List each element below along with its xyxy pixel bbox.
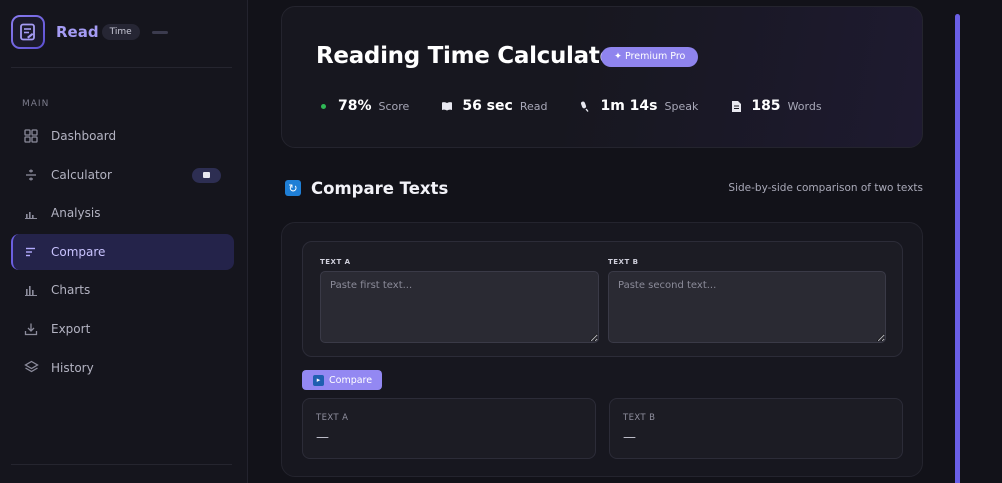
sidebar-item-analysis[interactable]: Analysis bbox=[11, 195, 234, 231]
sidebar-item-calculator[interactable]: Calculator bbox=[11, 157, 234, 193]
sidebar-item-dashboard[interactable]: Dashboard bbox=[11, 118, 234, 154]
sidebar-item-charts[interactable]: Charts bbox=[11, 272, 234, 308]
green-dot-icon bbox=[316, 103, 330, 109]
brand-name: Read bbox=[56, 23, 99, 41]
brand[interactable]: Read Time bbox=[11, 15, 168, 49]
premium-badge: ✦ Premium Pro bbox=[601, 47, 699, 67]
grid-icon bbox=[23, 128, 39, 144]
sidebar-item-export[interactable]: Export bbox=[11, 311, 234, 347]
microphone-icon bbox=[578, 100, 592, 112]
compare-inputs: TEXT A TEXT B bbox=[302, 241, 903, 357]
bar-chart-icon bbox=[23, 205, 39, 221]
result-b-label: TEXT B bbox=[623, 413, 656, 423]
sidebar-divider bbox=[11, 464, 232, 465]
compare-panel: TEXT A TEXT B ▸ Compare TEXT A — TEXT B … bbox=[281, 222, 923, 477]
brand-pill: Time bbox=[101, 24, 140, 40]
stat-label: Words bbox=[787, 100, 822, 113]
text-b-input[interactable] bbox=[608, 271, 886, 343]
stat-label: Read bbox=[519, 100, 548, 113]
sidebar-item-label: Calculator bbox=[51, 167, 112, 182]
sidebar-item-label: Dashboard bbox=[51, 129, 117, 143]
book-icon bbox=[440, 100, 454, 112]
section-title: Compare Texts bbox=[311, 178, 449, 198]
stat-label: Score bbox=[378, 100, 410, 113]
result-a-label: TEXT A bbox=[316, 413, 349, 423]
stat-value: 78% bbox=[338, 98, 372, 114]
chart-icon bbox=[23, 282, 39, 298]
sidebar-nav: Dashboard Calculator Analysis Compare Ch… bbox=[11, 118, 234, 388]
sidebar-item-label: Export bbox=[51, 321, 91, 336]
document-icon bbox=[729, 100, 743, 113]
stat-words: 185 Words bbox=[729, 98, 822, 114]
result-a-value: — bbox=[316, 430, 329, 445]
section-subtitle: Side-by-side comparison of two texts bbox=[728, 182, 923, 194]
stat-score: 78% Score bbox=[316, 98, 409, 114]
compare-icon: ▸ bbox=[313, 374, 324, 386]
compare-button[interactable]: ▸ Compare bbox=[302, 370, 383, 390]
result-card-a: TEXT A — bbox=[302, 398, 596, 459]
book-icon bbox=[192, 167, 221, 183]
page-title: Reading Time Calculator bbox=[316, 43, 627, 69]
result-b-value: — bbox=[623, 430, 636, 445]
calculator-icon bbox=[23, 167, 39, 183]
text-b-label: TEXT B bbox=[608, 258, 639, 266]
document-edit-icon bbox=[20, 23, 35, 41]
text-a-label: TEXT A bbox=[320, 258, 351, 266]
stat-value: 185 bbox=[751, 98, 781, 114]
stat-speak: 1m 14s Speak bbox=[578, 98, 698, 114]
stat-value: 56 sec bbox=[462, 98, 513, 114]
sidebar-item-label: Compare bbox=[51, 244, 106, 259]
text-a-input[interactable] bbox=[320, 271, 599, 343]
sidebar-item-compare[interactable]: Compare bbox=[11, 233, 234, 270]
stats-bar: 78% Score 56 sec Read 1m 14s Speak 185 W… bbox=[316, 96, 853, 116]
collapse-handle[interactable] bbox=[151, 30, 168, 34]
brand-logo bbox=[11, 15, 45, 49]
sidebar-item-label: Charts bbox=[51, 283, 91, 298]
sidebar-item-history[interactable]: History bbox=[11, 350, 234, 386]
lines-icon bbox=[23, 244, 39, 260]
refresh-icon: ↻ bbox=[285, 180, 301, 196]
sidebar-section-label: MAIN bbox=[22, 99, 50, 109]
sidebar: Read Time MAIN Dashboard Calculator Anal… bbox=[0, 0, 248, 483]
result-card-b: TEXT B — bbox=[609, 398, 903, 459]
download-icon bbox=[23, 321, 39, 337]
stat-read: 56 sec Read bbox=[440, 98, 547, 114]
sidebar-divider bbox=[11, 67, 232, 68]
stat-value: 1m 14s bbox=[600, 98, 658, 114]
layers-icon bbox=[23, 360, 39, 376]
scrollbar[interactable] bbox=[955, 14, 960, 483]
sidebar-item-label: Analysis bbox=[51, 206, 101, 221]
compare-section-header: ↻ Compare Texts Side-by-side comparison … bbox=[285, 176, 923, 200]
sidebar-item-label: History bbox=[51, 360, 94, 375]
hero-card: Reading Time Calculator ✦ Premium Pro 78… bbox=[281, 6, 923, 148]
stat-label: Speak bbox=[664, 100, 699, 113]
compare-button-label: Compare bbox=[329, 374, 373, 386]
